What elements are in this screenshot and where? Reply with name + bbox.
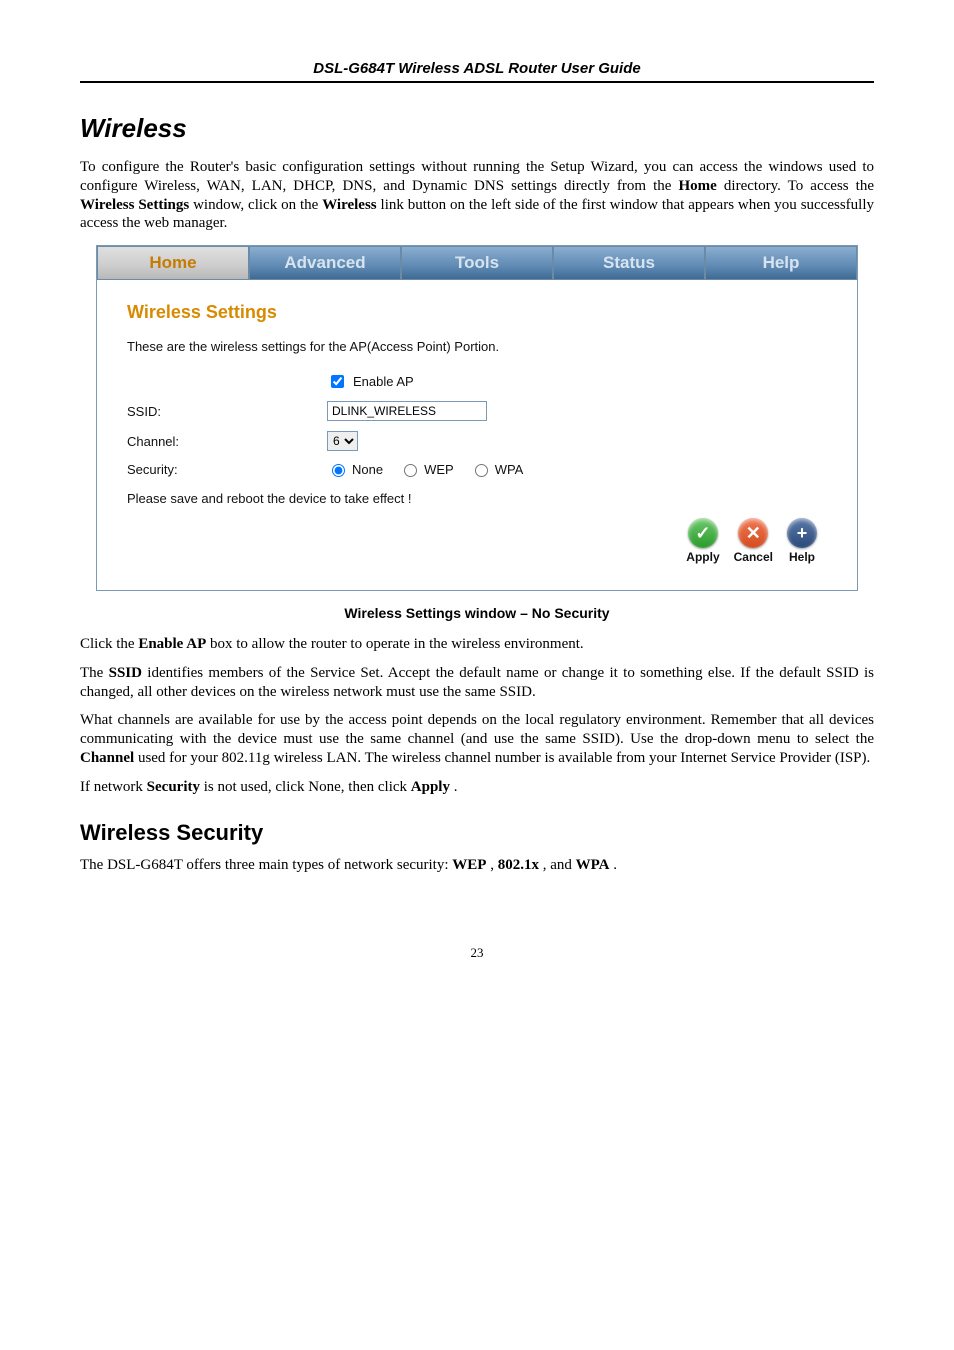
text: . bbox=[454, 779, 458, 795]
row-ssid: SSID: bbox=[127, 401, 827, 421]
section-heading-wireless-security: Wireless Security bbox=[80, 820, 874, 846]
tab-tools[interactable]: Tools bbox=[401, 246, 553, 280]
enable-ap-label: Enable AP bbox=[353, 374, 414, 389]
button-row: ✓ Apply ✕ Cancel + Help bbox=[127, 518, 827, 564]
tab-status[interactable]: Status bbox=[553, 246, 705, 280]
text: box to allow the router to operate in th… bbox=[210, 636, 584, 652]
apply-label: Apply bbox=[686, 550, 719, 564]
text-apply: Apply bbox=[411, 779, 450, 795]
security-option-wep[interactable]: WEP bbox=[399, 461, 454, 477]
text: identifies members of the Service Set. A… bbox=[80, 665, 874, 700]
text-ssid: SSID bbox=[109, 665, 142, 681]
channel-label: Channel: bbox=[127, 434, 327, 449]
text: is not used, click None, then click bbox=[204, 779, 411, 795]
help-button[interactable]: + Help bbox=[787, 518, 817, 564]
panel-title: Wireless Settings bbox=[127, 302, 827, 323]
header-divider bbox=[80, 81, 874, 83]
page-header: DSL-G684T Wireless ADSL Router User Guid… bbox=[80, 60, 874, 77]
text: The DSL-G684T offers three main types of… bbox=[80, 857, 452, 873]
tab-home[interactable]: Home bbox=[97, 246, 249, 280]
text-wireless-link: Wireless bbox=[322, 197, 376, 213]
text: directory. To access the bbox=[724, 178, 874, 194]
radio-wep[interactable] bbox=[404, 464, 417, 477]
checkmark-icon: ✓ bbox=[688, 518, 718, 548]
text-8021x: 802.1x bbox=[498, 857, 539, 873]
radio-wep-label: WEP bbox=[424, 462, 454, 477]
save-reboot-note: Please save and reboot the device to tak… bbox=[127, 491, 827, 506]
tab-advanced[interactable]: Advanced bbox=[249, 246, 401, 280]
screenshot-wireless-settings: Home Advanced Tools Status Help Wireless… bbox=[96, 245, 858, 591]
apply-button[interactable]: ✓ Apply bbox=[686, 518, 719, 564]
enable-ap-checkbox[interactable] bbox=[331, 375, 344, 388]
page-number: 23 bbox=[80, 945, 874, 961]
paragraph-channel: What channels are available for use by t… bbox=[80, 711, 874, 767]
text-wireless-settings: Wireless Settings bbox=[80, 197, 189, 213]
text: , and bbox=[543, 857, 576, 873]
radio-wpa[interactable] bbox=[475, 464, 488, 477]
tab-help[interactable]: Help bbox=[705, 246, 857, 280]
channel-select[interactable]: 6 bbox=[327, 431, 358, 451]
text: What channels are available for use by t… bbox=[80, 712, 874, 747]
settings-panel: Wireless Settings These are the wireless… bbox=[97, 280, 857, 590]
paragraph-wsec: The DSL-G684T offers three main types of… bbox=[80, 856, 874, 875]
text-security: Security bbox=[147, 779, 200, 795]
paragraph-enable-ap: Click the Enable AP box to allow the rou… bbox=[80, 635, 874, 654]
text-wpa: WPA bbox=[576, 857, 610, 873]
row-enable-ap: Enable AP bbox=[127, 372, 827, 391]
tab-bar: Home Advanced Tools Status Help bbox=[97, 246, 857, 280]
cancel-label: Cancel bbox=[734, 550, 773, 564]
ssid-label: SSID: bbox=[127, 404, 327, 419]
text: , bbox=[490, 857, 498, 873]
text: window, click on the bbox=[193, 197, 322, 213]
security-option-wpa[interactable]: WPA bbox=[470, 461, 524, 477]
row-channel: Channel: 6 bbox=[127, 431, 827, 451]
paragraph-security: If network Security is not used, click N… bbox=[80, 778, 874, 797]
radio-none-label: None bbox=[352, 462, 383, 477]
text: The bbox=[80, 665, 109, 681]
section-heading-wireless: Wireless bbox=[80, 113, 874, 144]
help-label: Help bbox=[789, 550, 815, 564]
cancel-icon: ✕ bbox=[738, 518, 768, 548]
radio-none[interactable] bbox=[332, 464, 345, 477]
text-enable-ap: Enable AP bbox=[138, 636, 206, 652]
text: . bbox=[613, 857, 617, 873]
text-channel: Channel bbox=[80, 750, 134, 766]
text: used for your 802.11g wireless LAN. The … bbox=[138, 750, 870, 766]
ssid-input[interactable] bbox=[327, 401, 487, 421]
radio-wpa-label: WPA bbox=[495, 462, 524, 477]
security-option-none[interactable]: None bbox=[327, 461, 383, 477]
text: Click the bbox=[80, 636, 138, 652]
text-wep: WEP bbox=[452, 857, 486, 873]
panel-description: These are the wireless settings for the … bbox=[127, 339, 827, 354]
row-security: Security: None WEP WPA bbox=[127, 461, 827, 477]
figure-caption: Wireless Settings window – No Security bbox=[80, 605, 874, 621]
security-label: Security: bbox=[127, 462, 327, 477]
text: If network bbox=[80, 779, 147, 795]
plus-icon: + bbox=[787, 518, 817, 548]
text-home: Home bbox=[679, 178, 717, 194]
cancel-button[interactable]: ✕ Cancel bbox=[734, 518, 773, 564]
intro-paragraph: To configure the Router's basic configur… bbox=[80, 158, 874, 233]
paragraph-ssid: The SSID identifies members of the Servi… bbox=[80, 664, 874, 702]
